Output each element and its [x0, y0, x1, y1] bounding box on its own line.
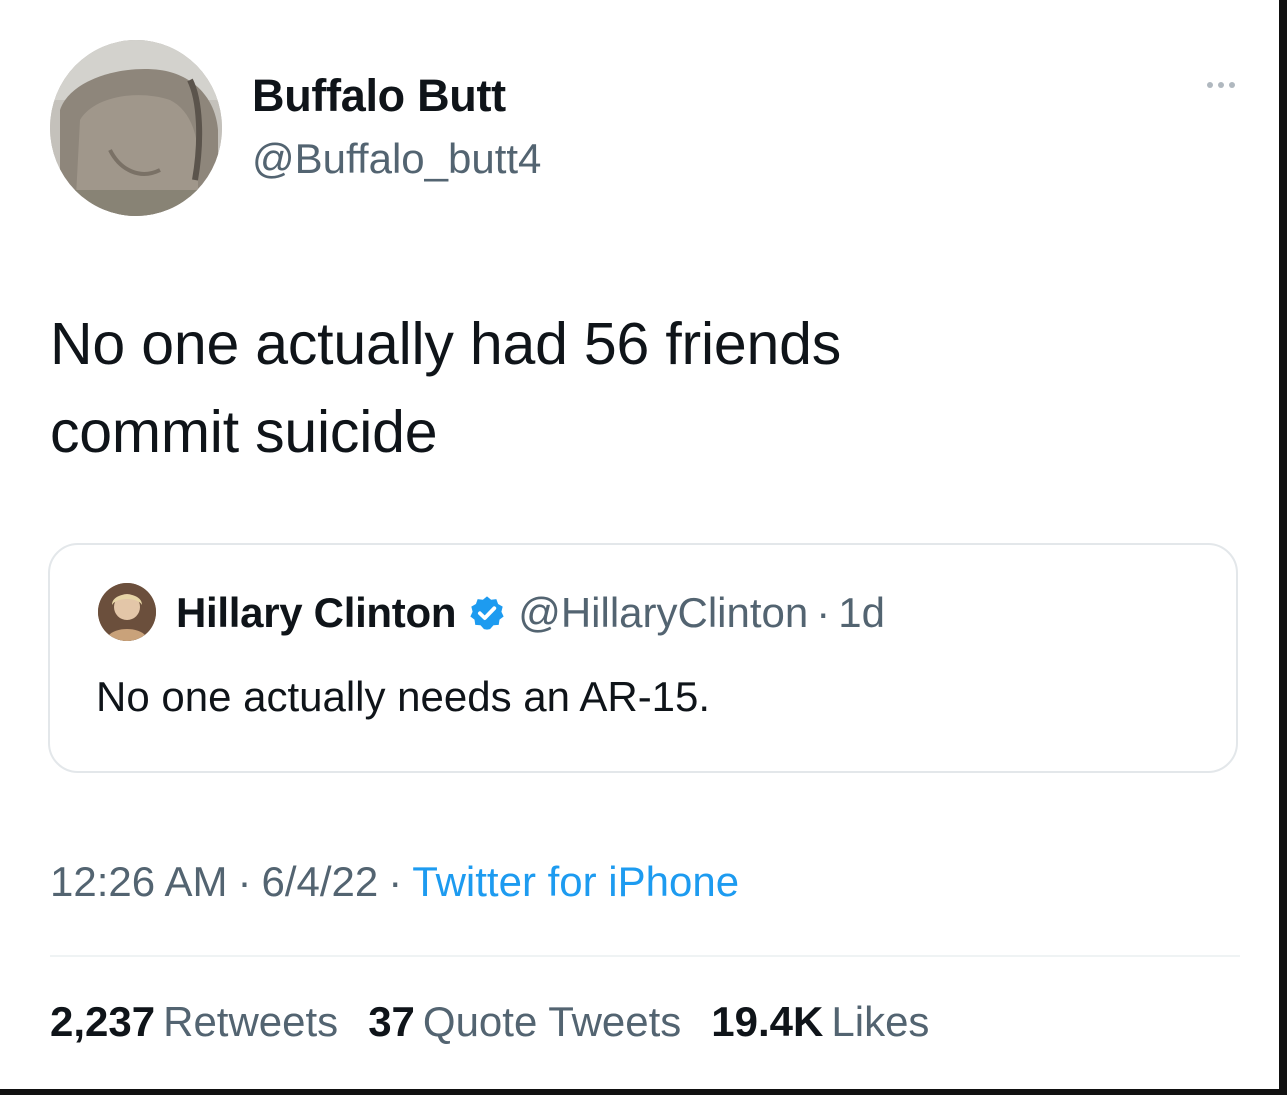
- quoted-author-avatar[interactable]: [98, 583, 156, 641]
- more-dot: [1207, 82, 1213, 88]
- buffalo-avatar-icon: [50, 40, 222, 216]
- quoted-tweet-card[interactable]: Hillary Clinton @HillaryClinton · 1d No …: [48, 543, 1238, 773]
- retweets-stat[interactable]: 2,237 Retweets: [50, 998, 338, 1046]
- quoted-author-name[interactable]: Hillary Clinton: [176, 589, 457, 637]
- image-border: [0, 1089, 1287, 1095]
- quoted-tweet-time[interactable]: 1d: [838, 589, 885, 637]
- likes-count: 19.4K: [711, 998, 824, 1045]
- author-avatar[interactable]: [50, 40, 222, 216]
- tweet-meta: 12:26 AM · 6/4/22 · Twitter for iPhone: [50, 858, 739, 906]
- separator-dot: ·: [388, 858, 403, 905]
- person-avatar-icon: [98, 583, 156, 641]
- image-border: [1279, 0, 1287, 1095]
- tweet-text-line: No one actually had 56 friends: [50, 311, 842, 377]
- tweet-screenshot: Buffalo Butt @Buffalo_butt4 No one actua…: [0, 0, 1287, 1095]
- more-dot: [1229, 82, 1235, 88]
- verified-badge-icon: [468, 594, 506, 632]
- quoted-tweet-header: Hillary Clinton @HillaryClinton · 1d: [176, 589, 885, 637]
- separator-dot: ·: [816, 589, 831, 636]
- author-handle[interactable]: @Buffalo_butt4: [252, 135, 541, 183]
- tweet-text: No one actually had 56 friends commit su…: [50, 300, 1210, 476]
- quote-tweets-label: Quote Tweets: [422, 998, 682, 1045]
- retweets-label: Retweets: [163, 998, 339, 1045]
- quoted-tweet-text: No one actually needs an AR-15.: [96, 673, 711, 720]
- quoted-author-handle[interactable]: @HillaryClinton: [518, 589, 808, 637]
- retweets-count: 2,237: [50, 998, 156, 1045]
- tweet-date[interactable]: 6/4/22: [261, 858, 378, 905]
- more-dot: [1218, 82, 1224, 88]
- likes-stat[interactable]: 19.4K Likes: [711, 998, 929, 1046]
- tweet-time[interactable]: 12:26 AM: [50, 858, 227, 905]
- author-display-name[interactable]: Buffalo Butt: [252, 70, 506, 122]
- tweet-text-line: commit suicide: [50, 399, 438, 465]
- quote-tweets-stat[interactable]: 37 Quote Tweets: [368, 998, 681, 1046]
- separator-dot: ·: [237, 858, 252, 905]
- more-dots-icon[interactable]: [1207, 82, 1235, 88]
- tweet-source-link[interactable]: Twitter for iPhone: [412, 858, 739, 905]
- tweet-stats: 2,237 Retweets 37 Quote Tweets 19.4K Likes: [50, 998, 929, 1046]
- divider: [50, 955, 1240, 957]
- quote-tweets-count: 37: [368, 998, 415, 1045]
- likes-label: Likes: [831, 998, 930, 1045]
